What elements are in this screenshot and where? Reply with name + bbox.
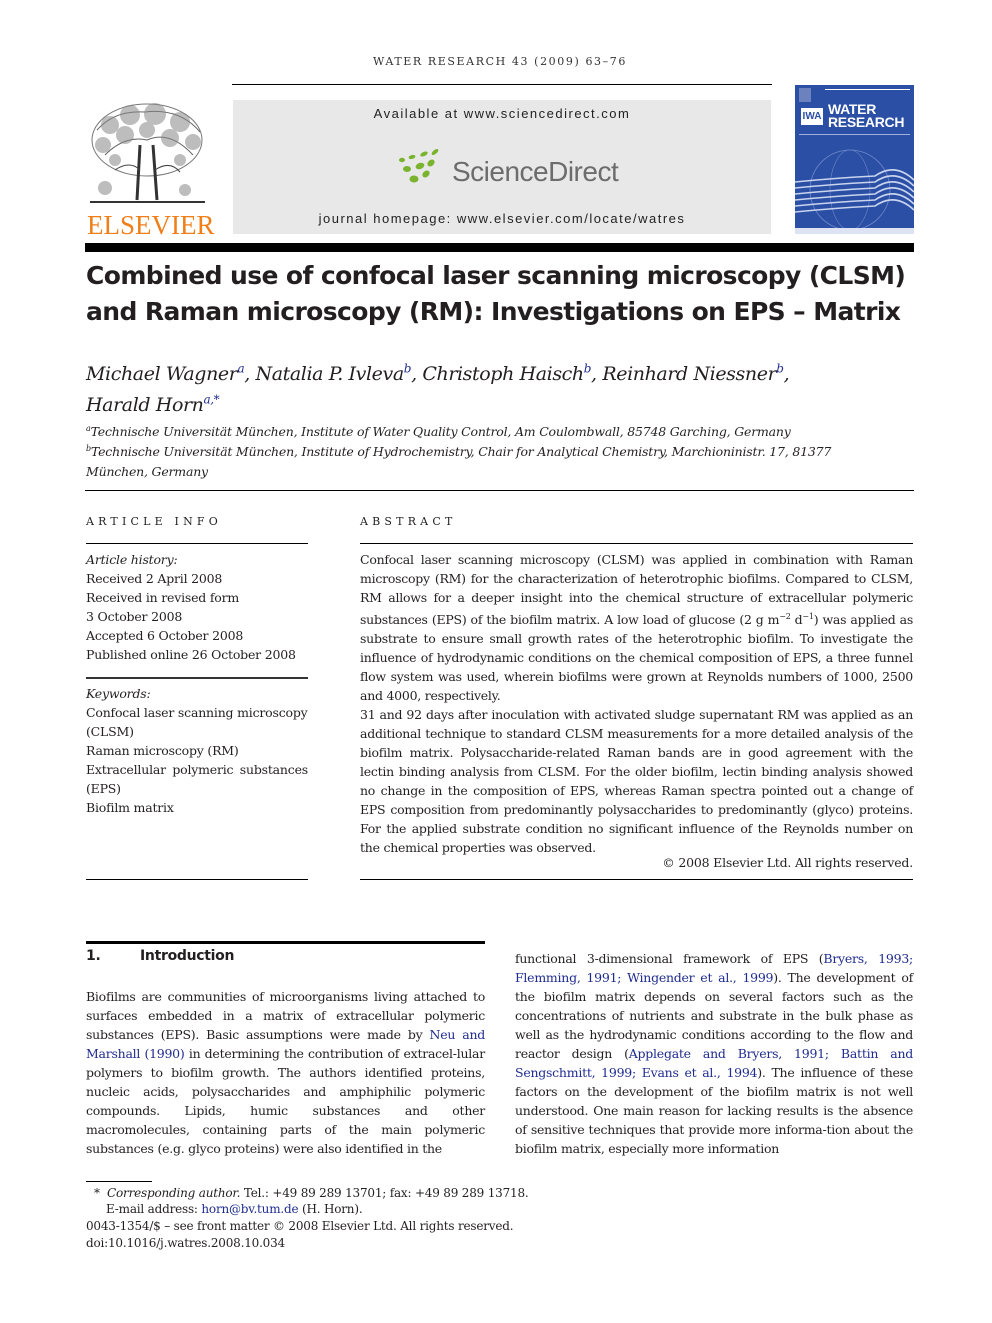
keywords-label: Keywords: — [86, 686, 151, 701]
masthead-rule — [85, 243, 914, 252]
email-note: E-mail address: horn@bv.tum.de (H. Horn)… — [106, 1202, 363, 1216]
affiliation-mark[interactable]: a,* — [204, 392, 220, 406]
abstract-heading: ABSTRACT — [360, 515, 457, 528]
section-heading-introduction: 1. Introduction — [86, 948, 235, 964]
introduction-right-column: functional 3-dimensional framework of EP… — [515, 951, 913, 1156]
email-link[interactable]: horn@bv.tum.de — [201, 1202, 298, 1216]
affiliation-b: bTechnische Universität München, Institu… — [86, 444, 832, 479]
elsevier-mini-icon — [799, 88, 811, 102]
abstract-paragraph: Confocal laser scanning microscopy (CLSM… — [360, 552, 913, 704]
keyword: (EPS) — [86, 781, 121, 796]
abstract-rule — [360, 543, 913, 544]
affiliation-mark[interactable]: b — [776, 362, 784, 376]
abstract-paragraph: 31 and 92 days after inoculation with ac… — [360, 707, 913, 856]
footnote-rule — [86, 1181, 152, 1182]
abstract-body: Confocal laser scanning microscopy (CLSM… — [360, 550, 913, 857]
journal-homepage-link[interactable]: journal homepage: www.elsevier.com/locat… — [233, 211, 771, 226]
history-item: Accepted 6 October 2008 — [86, 628, 244, 643]
journal-cover: IWA WATER RESEARCH — [795, 85, 914, 234]
header-rule — [232, 84, 772, 85]
cover-title: WATER RESEARCH — [828, 102, 905, 130]
author[interactable]: Reinhard Niessnerb, — [602, 362, 789, 385]
history-item: Published online 26 October 2008 — [86, 647, 296, 662]
affiliation-mark[interactable]: b — [404, 362, 412, 376]
sciencedirect-logo: ScienceDirect — [452, 156, 619, 187]
keyword: Extracellular polymeric substances — [86, 762, 308, 777]
author[interactable]: Harald Horna,* — [86, 392, 220, 415]
abstract-bottom-rule — [360, 879, 913, 880]
sciencedirect-leaf-icon — [398, 148, 452, 188]
cover-subtitle-rule — [799, 134, 910, 135]
article-info-heading: ARTICLE INFO — [86, 515, 222, 528]
introduction-left-column: Biofilms are communities of microorganis… — [86, 989, 485, 1156]
iwa-badge: IWA — [801, 108, 823, 125]
keywords-rule — [86, 677, 308, 679]
running-head: WATER RESEARCH 43 (2009) 63–76 — [373, 55, 627, 68]
history-item: Received 2 April 2008 — [86, 571, 223, 586]
keyword: Biofilm matrix — [86, 800, 174, 815]
history-item: Received in revised form — [86, 590, 240, 605]
history-item: 3 October 2008 — [86, 609, 183, 624]
author[interactable]: Natalia P. Ivlevab, — [255, 362, 422, 385]
article-info-bottom-rule — [86, 879, 308, 880]
keyword: Confocal laser scanning microscopy — [86, 705, 308, 720]
cover-wave-graphic — [795, 149, 914, 234]
keyword: Raman microscopy (RM) — [86, 743, 239, 758]
affiliation-mark[interactable]: b — [584, 362, 592, 376]
front-matter-rule — [85, 490, 914, 491]
available-at-link[interactable]: Available at www.sciencedirect.com — [233, 106, 771, 121]
corresponding-author-note: * Corresponding author. Tel.: +49 89 289… — [94, 1186, 529, 1200]
author[interactable]: Christoph Haischb, — [422, 362, 602, 385]
title-line-1: Combined use of confocal laser scanning … — [86, 261, 906, 290]
elsevier-logo: ELSEVIER — [87, 210, 215, 240]
article-title: Combined use of confocal laser scanning … — [86, 258, 916, 330]
section-rule — [86, 941, 485, 944]
cover-rule — [825, 89, 910, 90]
author-list: Michael Wagnera, Natalia P. Ivlevab, Chr… — [86, 357, 916, 418]
abstract-copyright: © 2008 Elsevier Ltd. All rights reserved… — [662, 855, 913, 870]
keyword: (CLSM) — [86, 724, 134, 739]
article-history-label: Article history: — [86, 552, 178, 567]
title-line-2: and Raman microscopy (RM): Investigation… — [86, 297, 901, 326]
article-info-rule — [86, 543, 308, 544]
doi-link[interactable]: doi:10.1016/j.watres.2008.10.034 — [86, 1235, 526, 1252]
cover-title-line2: RESEARCH — [828, 114, 905, 130]
author[interactable]: Michael Wagnera, — [86, 362, 255, 385]
issn-note: 0043-1354/$ – see front matter © 2008 El… — [86, 1219, 514, 1233]
